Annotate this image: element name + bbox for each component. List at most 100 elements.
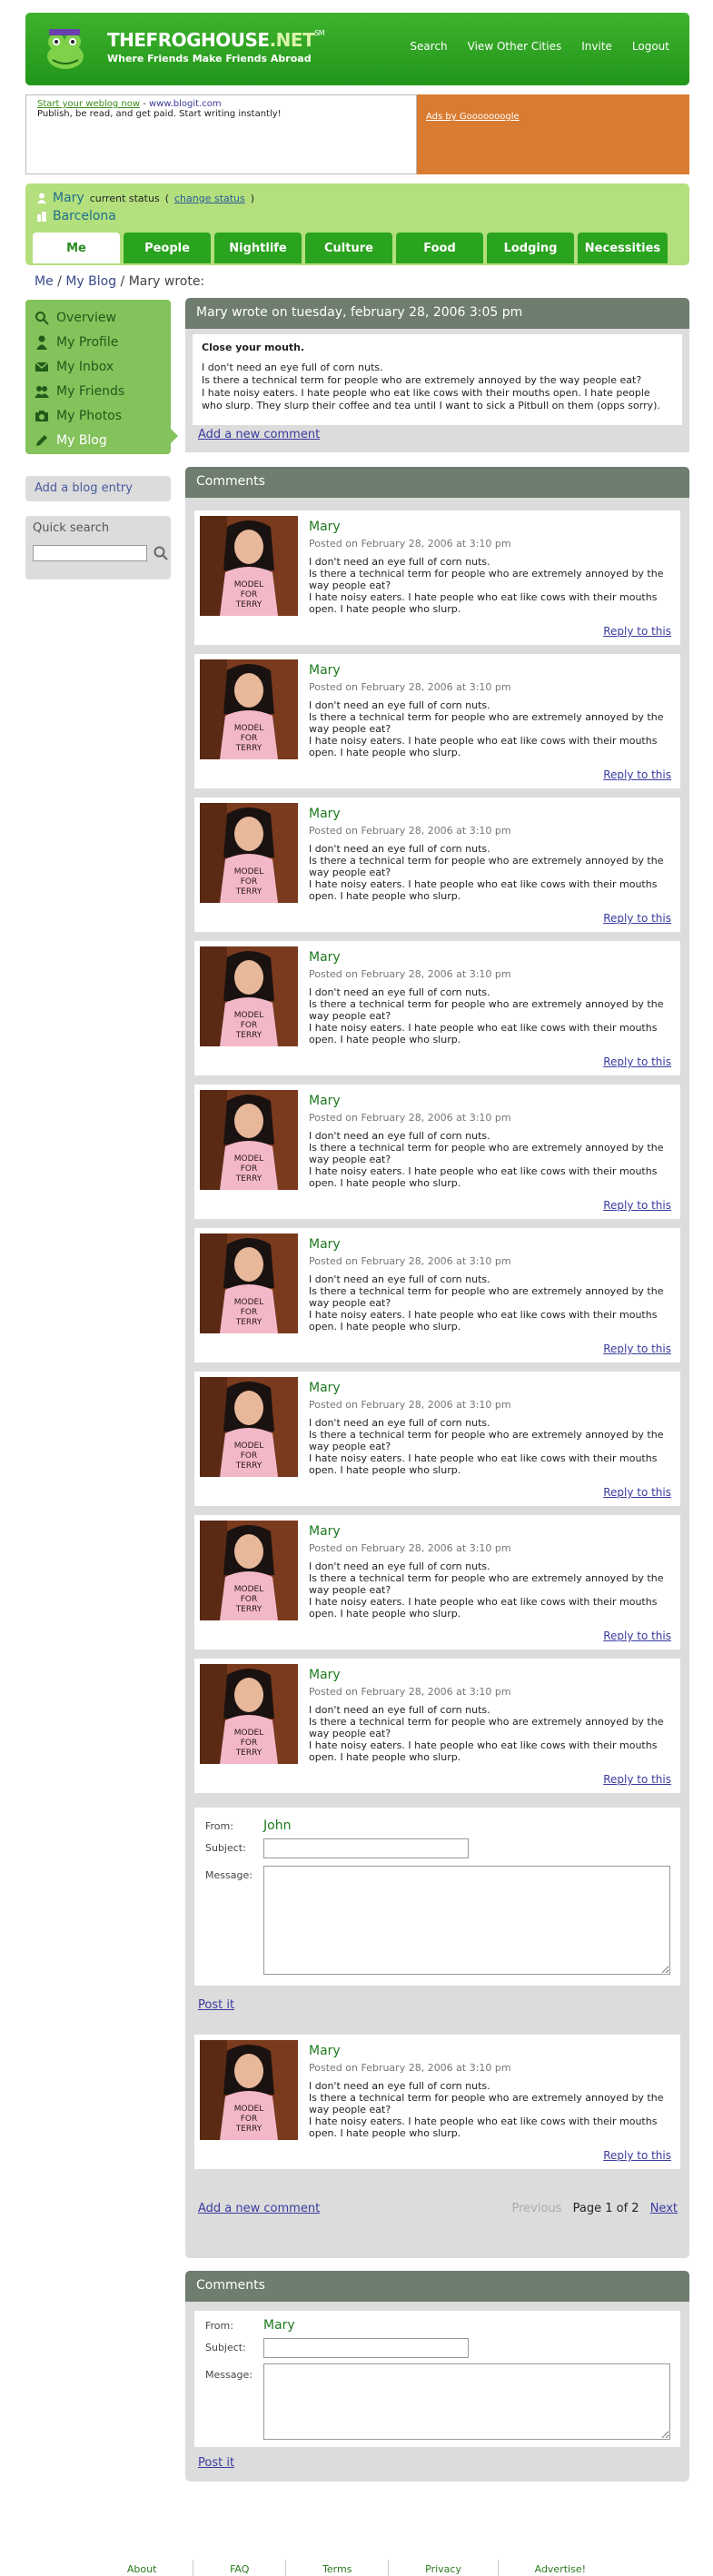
tab-nightlife[interactable]: Nightlife <box>214 233 302 263</box>
user-photo[interactable]: MODELFORTERRY <box>200 1234 298 1333</box>
sidebar-item-my-friends[interactable]: My Friends <box>25 379 171 403</box>
comment-text: I don't need an eye full of corn nuts. Is… <box>309 556 672 615</box>
reply-link[interactable]: Reply to this <box>603 1199 671 1212</box>
tab-me[interactable]: Me <box>33 233 120 263</box>
sidebar-item-label: My Profile <box>56 334 119 350</box>
brand-name[interactable]: THEFROGHOUSE.NETSM <box>107 29 325 51</box>
footer-faq-link[interactable]: FAQ <box>230 2563 249 2576</box>
post-it-button[interactable]: Post it <box>198 2456 234 2470</box>
footer-terms-link[interactable]: Terms <box>322 2563 352 2576</box>
comment-author[interactable]: Mary <box>309 807 341 821</box>
reply-link[interactable]: Reply to this <box>603 1342 671 1355</box>
svg-text:MODEL: MODEL <box>234 724 263 733</box>
reply-link[interactable]: Reply to this <box>603 1055 671 1068</box>
subject-input[interactable] <box>263 1838 469 1858</box>
reply-link[interactable]: Reply to this <box>603 912 671 925</box>
sidebar-item-label: My Friends <box>56 383 125 399</box>
svg-text:MODEL: MODEL <box>234 1011 263 1020</box>
person-icon <box>36 335 47 350</box>
user-city[interactable]: Barcelona <box>53 209 116 223</box>
reply-link[interactable]: Reply to this <box>603 768 671 781</box>
post-heading: Mary wrote on tuesday, february 28, 2006… <box>185 298 689 329</box>
sidebar-item-my-blog[interactable]: My Blog <box>25 428 171 452</box>
user-photo[interactable]: MODELFORTERRY <box>200 803 298 903</box>
new-comment-form: From: Mary Subject: Message: <box>194 2311 680 2447</box>
sidebar-item-overview[interactable]: Overview <box>25 305 171 330</box>
footer-links: About FAQ Terms Privacy Advertise! <box>109 2560 604 2576</box>
add-blog-entry-button[interactable]: Add a blog entry <box>25 476 171 501</box>
user-photo[interactable]: MODELFORTERRY <box>200 2040 298 2140</box>
message-textarea[interactable] <box>263 2363 670 2440</box>
add-new-comment-link[interactable]: Add a new comment <box>198 2202 320 2215</box>
user-photo[interactable]: MODELFORTERRY <box>200 1521 298 1620</box>
svg-text:TERRY: TERRY <box>235 2125 262 2134</box>
ads-by-google-link[interactable]: Ads by Gooooooogle <box>426 112 520 122</box>
sidebar-item-label: My Inbox <box>56 359 114 374</box>
comment-author[interactable]: Mary <box>309 950 341 965</box>
comment-author[interactable]: Mary <box>309 1668 341 1682</box>
sidebar-item-my-photos[interactable]: My Photos <box>25 403 171 428</box>
sidebar-item-my-inbox[interactable]: My Inbox <box>25 354 171 379</box>
reply-link[interactable]: Reply to this <box>603 2149 671 2162</box>
post-it-button[interactable]: Post it <box>198 1998 234 2012</box>
ad-url[interactable]: www.blogit.com <box>149 99 222 109</box>
comment-author[interactable]: Mary <box>309 2044 341 2058</box>
next-page-link[interactable]: Next <box>650 2202 678 2215</box>
user-photo[interactable]: MODELFORTERRY <box>200 1664 298 1764</box>
comment-author[interactable]: Mary <box>309 1237 341 1252</box>
svg-text:FOR: FOR <box>241 2115 258 2124</box>
subject-input[interactable] <box>263 2338 469 2358</box>
user-photo[interactable]: MODELFORTERRY <box>200 946 298 1046</box>
breadcrumb-me[interactable]: Me <box>35 274 54 289</box>
frog-logo-icon[interactable] <box>40 24 91 74</box>
envelope-icon <box>35 361 49 372</box>
user-photo[interactable]: MODELFORTERRY <box>200 659 298 759</box>
reply-link[interactable]: Reply to this <box>603 1486 671 1499</box>
svg-text:FOR: FOR <box>241 1021 258 1030</box>
comment-item: MODEL FOR TERRY Mary Posted on February 28, … <box>194 1372 680 1506</box>
ad-link[interactable]: Start your weblog now <box>37 99 140 109</box>
tab-people[interactable]: People <box>124 233 211 263</box>
svg-text:TERRY: TERRY <box>235 887 262 897</box>
user-name[interactable]: Mary <box>53 191 84 205</box>
footer-about-link[interactable]: About <box>127 2563 157 2576</box>
comment-author[interactable]: Mary <box>309 1524 341 1539</box>
comment-author[interactable]: Mary <box>309 1094 341 1108</box>
tab-food[interactable]: Food <box>396 233 483 263</box>
svg-text:FOR: FOR <box>241 1164 258 1174</box>
nav-invite-link[interactable]: Invite <box>581 40 612 53</box>
nav-search-link[interactable]: Search <box>410 40 447 53</box>
comment-line: I don't need an eye full of corn nuts. <box>309 2080 490 2092</box>
comment-author[interactable]: Mary <box>309 663 341 678</box>
footer-privacy-link[interactable]: Privacy <box>425 2563 461 2576</box>
reply-form: From: John Subject: Message: <box>194 1808 680 1986</box>
service-mark: SM <box>314 29 325 37</box>
comment-author[interactable]: Mary <box>309 1381 341 1395</box>
quick-search-input[interactable] <box>33 545 147 561</box>
sidebar-item-my-profile[interactable]: My Profile <box>25 330 171 354</box>
post-line: I don't need an eye full of corn nuts. <box>202 362 383 373</box>
user-photo[interactable]: MODELFORTERRY <box>200 1377 298 1477</box>
breadcrumb-my-blog[interactable]: My Blog <box>65 274 116 289</box>
tab-necessities[interactable]: Necessities <box>578 233 668 263</box>
sidebar-menu: Overview My Profile My Inbox My Friends … <box>25 300 178 454</box>
tab-lodging[interactable]: Lodging <box>487 233 574 263</box>
reply-link[interactable]: Reply to this <box>603 1630 671 1642</box>
user-photo[interactable]: MODELFORTERRY <box>200 1090 298 1190</box>
nav-view-other-cities-link[interactable]: View Other Cities <box>468 40 562 53</box>
add-new-comment-link[interactable]: Add a new comment <box>198 428 320 441</box>
search-icon[interactable] <box>153 545 169 561</box>
reply-link[interactable]: Reply to this <box>603 625 671 638</box>
change-status-link[interactable]: change status <box>174 193 245 204</box>
tab-culture[interactable]: Culture <box>305 233 392 263</box>
footer-advertise-link[interactable]: Advertise! <box>535 2563 586 2576</box>
breadcrumb-separator: / <box>116 274 129 289</box>
svg-text:FOR: FOR <box>241 1739 258 1748</box>
user-photo[interactable]: MODELFORTERRY <box>200 516 298 616</box>
svg-text:TERRY: TERRY <box>235 1031 262 1040</box>
comment-author[interactable]: Mary <box>309 520 341 534</box>
reply-link[interactable]: Reply to this <box>603 1773 671 1786</box>
nav-logout-link[interactable]: Logout <box>632 40 669 53</box>
section-tabs: Me People Nightlife Culture Food Lodging… <box>33 233 668 263</box>
message-textarea[interactable] <box>263 1866 670 1975</box>
